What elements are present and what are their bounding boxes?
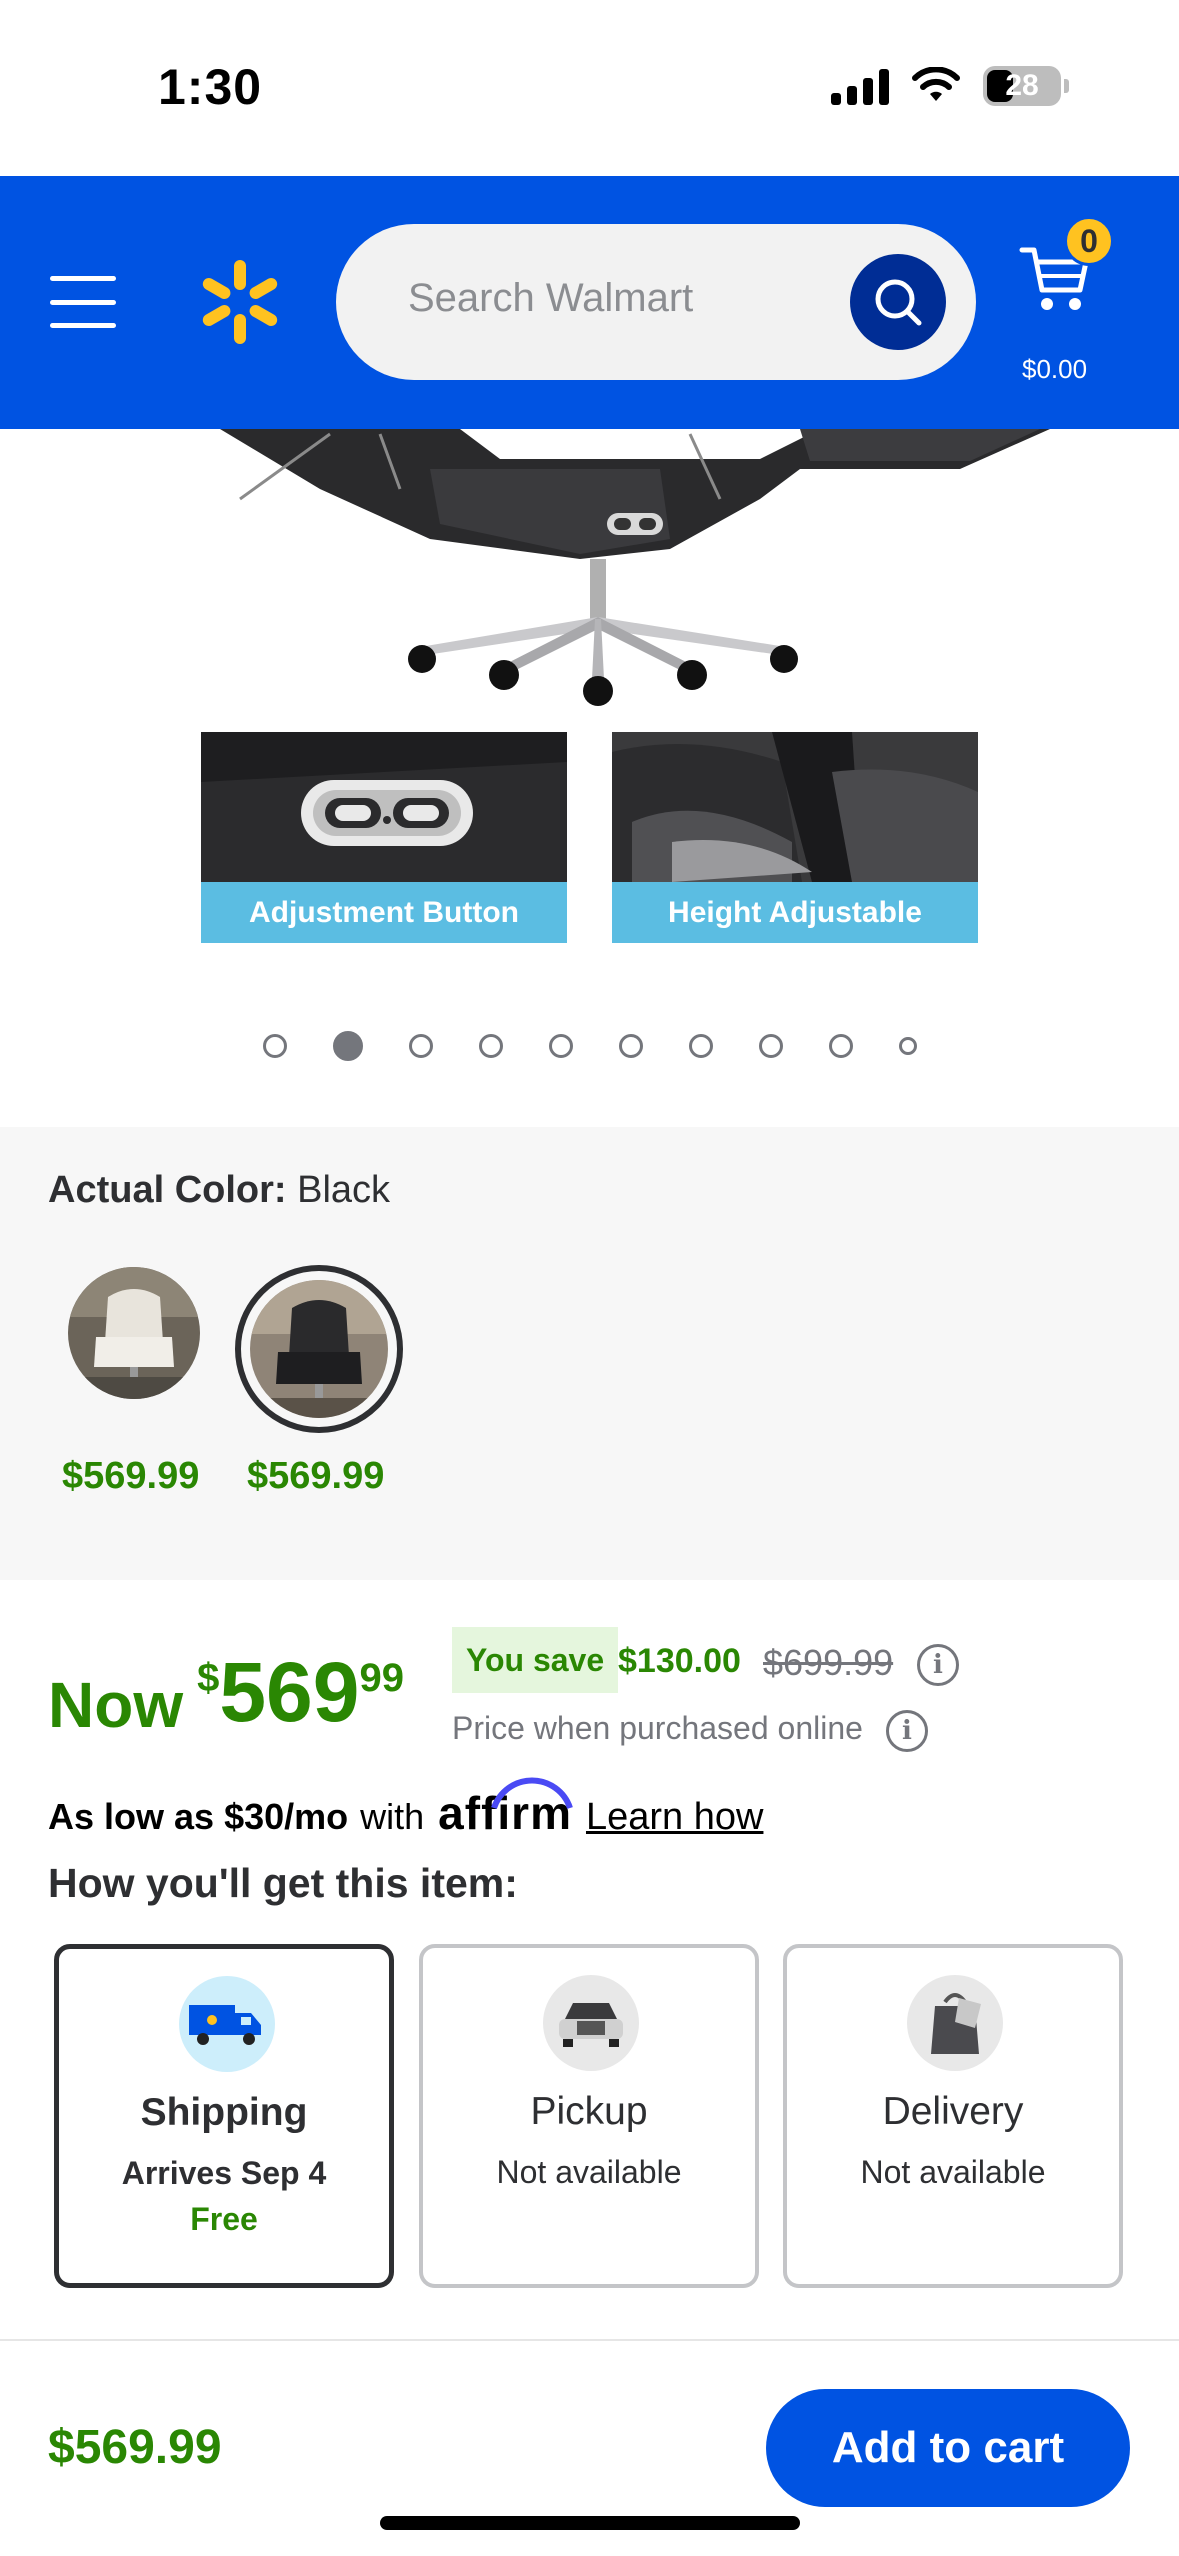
pickup-option[interactable]: Pickup Not available <box>419 1944 759 2288</box>
search-input[interactable]: Search Walmart <box>336 224 976 380</box>
affirm-logo: affirm <box>438 1777 574 1840</box>
product-image-gallery[interactable]: Adjustment Button Height Adjustable <box>0 429 1179 1127</box>
carousel-dot[interactable] <box>758 1034 783 1058</box>
info-icon[interactable]: i <box>886 1710 928 1752</box>
option-subtitle: Not available <box>496 2154 682 2190</box>
affirm-monthly: As low as $30/mo <box>48 1796 349 1837</box>
you-save-badge: You save <box>452 1627 619 1693</box>
option-subtitle: Arrives Sep 4 <box>121 2155 327 2191</box>
wifi-icon <box>912 67 960 101</box>
height-adjustable-image <box>612 732 978 882</box>
pickup-car-icon <box>543 1975 639 2071</box>
option-title: Pickup <box>530 2090 648 2133</box>
option-title: Delivery <box>882 2090 1024 2133</box>
color-swatch-black[interactable] <box>250 1280 388 1418</box>
affirm-financing: As low as $30/mo with affirm Learn how <box>48 1777 763 1840</box>
walmart-spark-logo[interactable] <box>196 258 284 346</box>
swatch-price: $569.99 <box>62 1455 200 1497</box>
battery-icon: 28 <box>983 66 1069 106</box>
adjustment-button-image <box>201 732 567 882</box>
carousel-dot[interactable] <box>262 1034 287 1058</box>
cellular-signal-icon <box>831 67 889 105</box>
affirm-with: with <box>360 1796 425 1837</box>
price-currency: $ <box>197 1656 220 1700</box>
cart-button[interactable]: 0 $0.00 <box>1010 216 1130 384</box>
carousel-dot-active[interactable] <box>332 1031 363 1061</box>
thumbnail-label: Adjustment Button <box>201 882 567 943</box>
delivery-bag-icon <box>907 1975 1003 2071</box>
price-note: Price when purchased online <box>452 1710 863 1746</box>
carousel-dot[interactable] <box>478 1034 503 1058</box>
option-free: Free <box>190 2201 258 2237</box>
battery-level: 28 <box>1005 69 1039 102</box>
app-header: Search Walmart 0 $0.00 <box>0 176 1179 429</box>
product-image <box>220 429 1050 706</box>
search-button[interactable] <box>850 254 946 350</box>
search-placeholder: Search Walmart <box>408 276 694 320</box>
option-subtitle: Not available <box>860 2154 1046 2190</box>
info-icon[interactable]: i <box>917 1644 959 1686</box>
feature-thumbnail-adjustment: Adjustment Button <box>201 732 567 943</box>
color-label-key: Actual Color: <box>48 1169 287 1211</box>
affirm-arc-icon <box>491 1777 574 1810</box>
save-amount: $130.00 <box>618 1642 741 1680</box>
footer-price: $569.99 <box>48 2421 222 2474</box>
footer-divider <box>0 2339 1179 2341</box>
price-now-label: Now <box>48 1669 184 1741</box>
color-label: Actual Color: Black <box>48 1169 390 1212</box>
delivery-option[interactable]: Delivery Not available <box>783 1944 1123 2288</box>
carousel-dot[interactable] <box>408 1034 433 1058</box>
carousel-dot[interactable] <box>548 1034 573 1058</box>
option-title: Shipping <box>140 2091 308 2134</box>
color-label-value: Black <box>297 1169 391 1211</box>
carousel-dot[interactable] <box>828 1034 853 1058</box>
carousel-dot[interactable] <box>898 1037 917 1055</box>
feature-thumbnail-height: Height Adjustable <box>612 732 978 943</box>
current-price: Now $ 569 99 <box>48 1650 404 1742</box>
learn-how-link[interactable]: Learn how <box>586 1796 763 1839</box>
price-dollars: 569 <box>219 1645 360 1739</box>
shipping-truck-icon <box>179 1976 275 2072</box>
cart-total: $0.00 <box>1022 354 1088 384</box>
price-cents: 99 <box>359 1656 405 1700</box>
thumbnail-label: Height Adjustable <box>612 882 978 943</box>
carousel-dot[interactable] <box>688 1034 713 1058</box>
was-price: $699.99 <box>763 1642 894 1683</box>
status-bar: 1:30 28 <box>0 0 1179 176</box>
color-selector: Actual Color: Black $569.99 $569.99 <box>0 1127 1179 1580</box>
search-icon <box>875 279 922 326</box>
cart-count-badge: 0 <box>1064 216 1114 266</box>
add-to-cart-button[interactable]: Add to cart <box>766 2389 1130 2507</box>
fulfillment-title: How you'll get this item: <box>48 1860 518 1906</box>
carousel-dots[interactable] <box>0 1031 1179 1061</box>
carousel-dot[interactable] <box>618 1034 643 1058</box>
menu-icon[interactable] <box>50 276 116 328</box>
status-icons: 28 <box>831 66 1069 106</box>
color-swatch-white[interactable] <box>68 1267 200 1399</box>
shipping-option[interactable]: Shipping Arrives Sep 4 Free <box>54 1944 394 2288</box>
status-time: 1:30 <box>158 59 263 115</box>
swatch-price: $569.99 <box>247 1455 385 1497</box>
home-indicator[interactable] <box>380 2516 800 2530</box>
